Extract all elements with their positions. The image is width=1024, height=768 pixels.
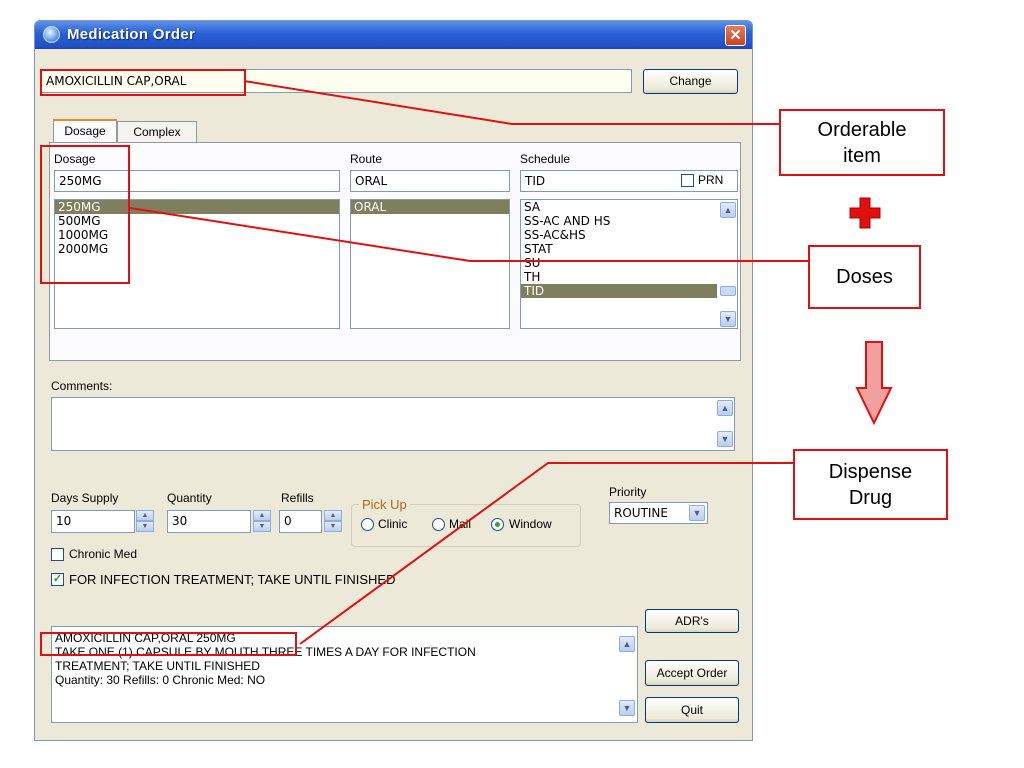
callout-orderable-line1: Orderable (817, 119, 907, 141)
callout-dispense-drug: Dispense Drug (793, 449, 948, 520)
down-arrow-icon (855, 341, 893, 426)
highlight-orderable-item (40, 69, 246, 96)
dispense-connector (299, 462, 793, 645)
callout-orderable-item: Orderable item (779, 109, 945, 176)
callout-dispense-line1: Dispense (828, 461, 913, 483)
callout-orderable-line2: item (843, 145, 881, 167)
plus-icon (849, 197, 881, 229)
callout-dispense-line2: Drug (848, 487, 893, 509)
highlight-doses (40, 145, 130, 284)
highlight-dispense-drug (40, 632, 297, 656)
doses-connector (129, 207, 808, 262)
callout-doses: Doses (808, 245, 921, 309)
orderable-connector (243, 80, 779, 125)
